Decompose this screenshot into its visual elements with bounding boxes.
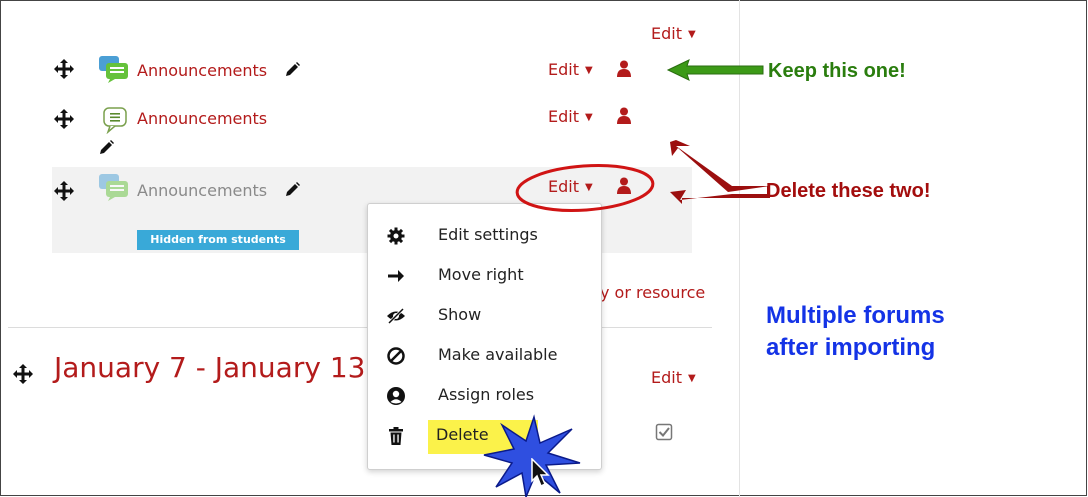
- red-circle-annotation: [515, 164, 655, 212]
- menu-item-move-right[interactable]: Move right: [368, 258, 599, 294]
- green-arrow-annotation: [666, 59, 764, 81]
- section-edit-label: Edit: [651, 368, 682, 387]
- user-icon[interactable]: [617, 60, 631, 77]
- note-line-1: Multiple forums: [766, 302, 945, 329]
- red-fork-arrow-annotation: [670, 140, 770, 204]
- move-icon[interactable]: [53, 108, 75, 130]
- completion-checkbox-icon[interactable]: [655, 423, 673, 441]
- add-activity-link[interactable]: y or resource: [600, 285, 705, 301]
- caret-down-icon: ▼: [687, 29, 696, 40]
- menu-item-make-available[interactable]: Make available: [368, 338, 599, 374]
- eye-slash-icon: [387, 307, 405, 325]
- forum-outline-icon: [103, 107, 127, 134]
- trash-icon: [389, 427, 403, 445]
- section-edit-menu-2[interactable]: Edit ▼: [651, 370, 696, 386]
- menu-item-show[interactable]: Show: [368, 298, 599, 334]
- activity-edit-menu-1[interactable]: Edit ▼: [548, 62, 593, 78]
- activity-link-announcements-1[interactable]: Announcements: [137, 63, 267, 79]
- menu-item-label: Assign roles: [438, 385, 535, 404]
- mouse-cursor-icon: [531, 458, 550, 488]
- menu-item-label: Delete: [436, 425, 489, 444]
- ban-icon: [387, 347, 405, 365]
- arrow-right-icon: [388, 270, 404, 282]
- menu-item-label: Edit settings: [438, 225, 538, 244]
- user-circle-icon: [387, 387, 405, 405]
- forum-icon: [99, 56, 128, 83]
- section-edit-menu[interactable]: Edit ▼: [651, 26, 696, 42]
- delete-callout: Delete these two!: [766, 180, 931, 202]
- activity-link-announcements-2[interactable]: Announcements: [137, 111, 267, 127]
- note-text: Multiple forums after importing: [766, 300, 945, 364]
- section-divider: [8, 327, 712, 328]
- section-edit-label: Edit: [651, 24, 682, 43]
- caret-down-icon: ▼: [687, 373, 696, 384]
- menu-item-label: Show: [438, 305, 482, 324]
- forum-icon: [99, 174, 128, 201]
- menu-item-edit-settings[interactable]: Edit settings: [368, 218, 599, 254]
- pencil-icon[interactable]: [283, 61, 301, 79]
- menu-item-label: Make available: [438, 345, 558, 364]
- pencil-icon[interactable]: [283, 181, 301, 199]
- hidden-from-students-badge: Hidden from students: [137, 230, 299, 250]
- move-icon[interactable]: [53, 180, 75, 202]
- menu-item-label: Move right: [438, 265, 524, 284]
- activity-edit-menu-2[interactable]: Edit ▼: [548, 109, 593, 125]
- user-icon[interactable]: [617, 107, 631, 124]
- move-icon[interactable]: [53, 58, 75, 80]
- move-icon[interactable]: [12, 363, 34, 385]
- pencil-icon[interactable]: [97, 139, 115, 157]
- menu-item-assign-roles[interactable]: Assign roles: [368, 378, 599, 414]
- caret-down-icon: ▼: [584, 112, 593, 123]
- activity-edit-label: Edit: [548, 107, 579, 126]
- note-line-2: after importing: [766, 334, 936, 361]
- gear-icon: [387, 227, 405, 245]
- section-title[interactable]: January 7 - January 13: [54, 354, 365, 382]
- keep-callout: Keep this one!: [768, 60, 906, 82]
- caret-down-icon: ▼: [584, 65, 593, 76]
- activity-edit-label: Edit: [548, 60, 579, 79]
- activity-link-announcements-3[interactable]: Announcements: [137, 183, 267, 199]
